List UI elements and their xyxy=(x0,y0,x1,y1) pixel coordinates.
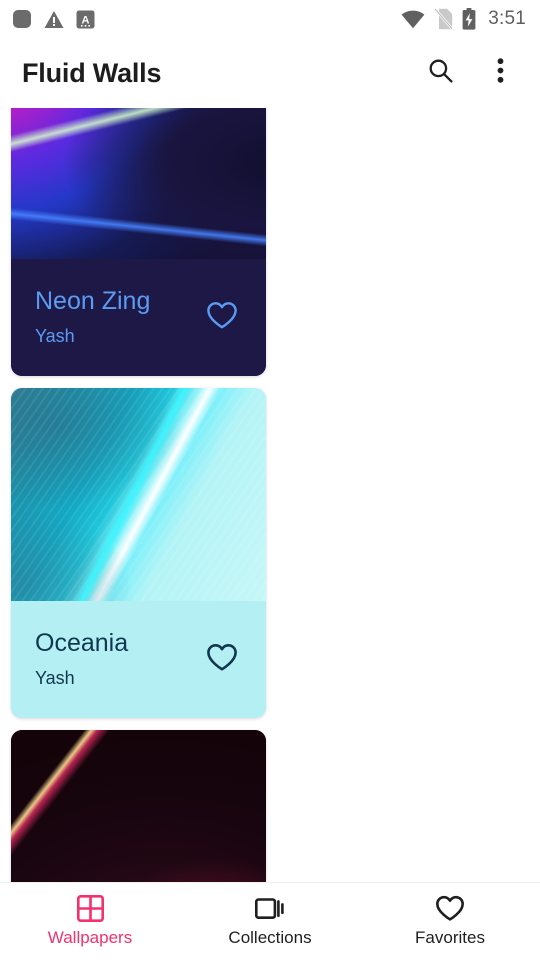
app-bar: Fluid Walls xyxy=(0,38,540,108)
status-bar: A 3:51 xyxy=(0,0,540,38)
bottom-navigation: Wallpapers Collections Favorites xyxy=(0,882,540,960)
wallpaper-grid: Neon Zing Yash Oceania Yash xyxy=(0,108,540,882)
screenshot-a-icon: A xyxy=(76,10,95,29)
wallpaper-thumbnail xyxy=(11,108,266,259)
nav-label-collections: Collections xyxy=(228,928,312,947)
wallpaper-thumbnail xyxy=(11,388,266,601)
nav-item-collections[interactable]: Collections xyxy=(180,883,360,960)
wallpaper-thumbnail xyxy=(11,730,266,882)
wallpaper-card[interactable]: Neon Zing Yash xyxy=(11,108,266,376)
heart-icon xyxy=(435,895,465,921)
no-sim-icon xyxy=(434,8,454,30)
wallpaper-title: Oceania xyxy=(35,630,129,657)
search-icon xyxy=(427,57,454,89)
status-bar-notifications: A xyxy=(12,9,95,29)
status-bar-system: 3:51 xyxy=(401,8,526,30)
app-screen: A 3:51 Fluid Walls Neon Zing Yash Oceani… xyxy=(0,0,540,960)
wallpaper-card-footer: Oceania Yash xyxy=(11,601,266,718)
wifi-icon xyxy=(401,10,425,29)
nav-item-wallpapers[interactable]: Wallpapers xyxy=(0,883,180,960)
nav-item-favorites[interactable]: Favorites xyxy=(360,883,540,960)
more-vertical-icon xyxy=(497,57,504,89)
svg-text:A: A xyxy=(82,14,90,26)
warning-triangle-icon xyxy=(44,10,64,29)
wallpaper-grid-scroll[interactable]: Neon Zing Yash Oceania Yash xyxy=(0,108,540,882)
search-button[interactable] xyxy=(418,51,462,95)
favorite-button[interactable] xyxy=(200,638,244,682)
overflow-menu-button[interactable] xyxy=(478,51,522,95)
collections-icon xyxy=(255,895,285,921)
wallpaper-title: Neon Zing xyxy=(35,288,151,315)
page-title: Fluid Walls xyxy=(22,57,162,88)
battery-charging-icon xyxy=(462,8,476,30)
app-bar-actions xyxy=(418,51,522,95)
grid-icon xyxy=(76,894,104,922)
wallpaper-card-footer: Neon Zing Yash xyxy=(11,259,266,376)
nav-label-wallpapers: Wallpapers xyxy=(47,928,133,947)
heart-icon xyxy=(206,301,238,335)
wallpaper-card[interactable]: Wine Yash xyxy=(11,730,266,882)
status-bar-clock: 3:51 xyxy=(488,8,526,29)
heart-icon xyxy=(206,643,238,677)
nav-label-favorites: Favorites xyxy=(415,928,485,947)
wallpaper-author: Yash xyxy=(35,667,75,688)
favorite-button[interactable] xyxy=(200,296,244,340)
wallpaper-author: Yash xyxy=(35,325,75,346)
wallpaper-card[interactable]: Oceania Yash xyxy=(11,388,266,718)
app-notification-icon xyxy=(12,9,32,29)
